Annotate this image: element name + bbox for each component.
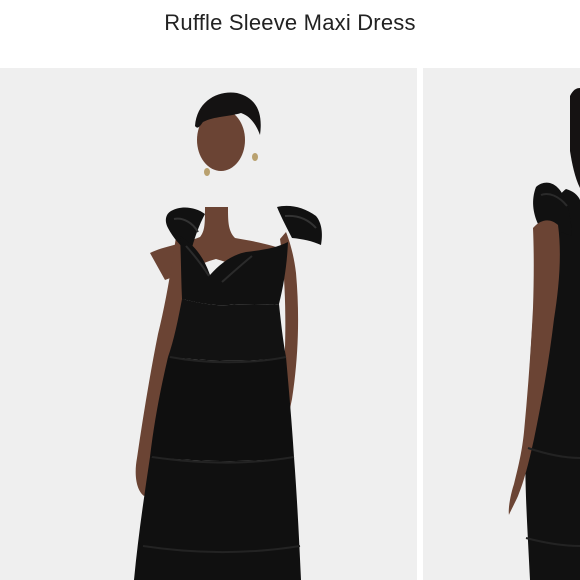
- product-image-gallery[interactable]: [0, 68, 580, 580]
- gallery-slide-next[interactable]: [423, 68, 580, 580]
- product-page: Ruffle Sleeve Maxi Dress: [0, 0, 580, 580]
- model-front-image: [0, 68, 417, 580]
- gallery-slide-main[interactable]: [0, 68, 417, 580]
- product-header: Ruffle Sleeve Maxi Dress: [0, 0, 580, 68]
- product-title: Ruffle Sleeve Maxi Dress: [164, 10, 416, 35]
- model-side-image: [423, 68, 580, 580]
